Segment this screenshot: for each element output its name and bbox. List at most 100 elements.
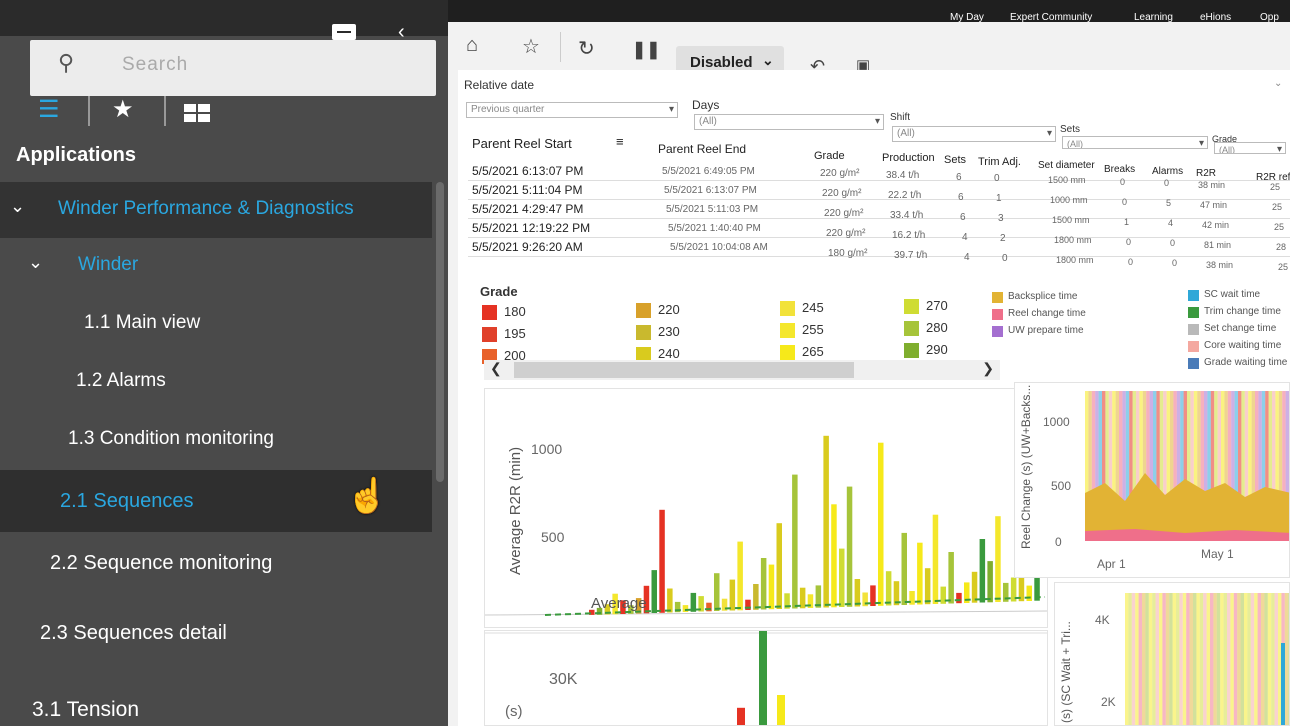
time-band bbox=[1274, 593, 1278, 725]
legend-swatch bbox=[904, 299, 919, 314]
nav-item-tension[interactable]: 3.1 Tension bbox=[0, 682, 432, 726]
bar bbox=[831, 504, 837, 608]
time-band bbox=[1213, 593, 1217, 725]
bar bbox=[768, 564, 775, 610]
x-tick: May 1 bbox=[1201, 547, 1234, 561]
legend-title: Grade bbox=[480, 284, 518, 299]
table-row[interactable]: 5/5/2021 5:11:04 PM 5/5/2021 6:13:07 PM … bbox=[468, 181, 1290, 212]
time-band bbox=[1271, 593, 1275, 725]
legend-swatch bbox=[1188, 341, 1199, 352]
column-header[interactable]: Parent Reel End bbox=[658, 142, 746, 156]
bar bbox=[759, 631, 767, 725]
time-band bbox=[1142, 593, 1146, 725]
r2r-chart-panel: Average R2R (min) 1000 500 Average bbox=[484, 388, 1048, 628]
time-band bbox=[1135, 593, 1139, 725]
legend-swatch bbox=[780, 345, 795, 360]
cell: 38.4 t/h bbox=[886, 170, 920, 181]
table-row[interactable]: 5/5/2021 6:13:07 PM 5/5/2021 6:49:05 PM … bbox=[468, 162, 1290, 192]
time-band bbox=[1176, 593, 1180, 725]
column-header[interactable]: Grade bbox=[814, 150, 845, 162]
cell: 5/5/2021 6:13:07 PM bbox=[664, 185, 757, 196]
legend-label: Grade waiting time bbox=[1204, 357, 1288, 368]
table-row[interactable]: 5/5/2021 4:29:47 PM 5/5/2021 5:11:03 PM … bbox=[468, 200, 1290, 232]
r2r-bar-chart[interactable] bbox=[485, 389, 1048, 628]
sidebar-scrollbar[interactable] bbox=[436, 182, 444, 482]
chevron-down-icon: ⌄ bbox=[10, 196, 26, 216]
legend-label: 240 bbox=[658, 346, 680, 361]
collapse-chevron-icon[interactable]: ‹ bbox=[398, 22, 405, 42]
legend-swatch bbox=[1188, 324, 1199, 335]
y-tick: 0 bbox=[1055, 535, 1062, 549]
chevron-right-icon[interactable]: ❯ bbox=[982, 360, 994, 377]
cell: 38 min bbox=[1206, 260, 1234, 270]
legend-swatch bbox=[780, 323, 795, 338]
legend-swatch bbox=[904, 343, 919, 358]
nav-item-sequences-detail[interactable]: 2.3 Sequences detail bbox=[0, 606, 432, 662]
legend-swatch bbox=[636, 303, 651, 318]
nav-item-winder[interactable]: ⌄ Winder bbox=[0, 238, 432, 294]
legend-swatch bbox=[1188, 358, 1199, 369]
bar bbox=[854, 579, 861, 607]
nav-item-sequence-monitoring[interactable]: 2.2 Sequence monitoring bbox=[0, 536, 432, 592]
legend-label: Set change time bbox=[1204, 323, 1277, 334]
bar bbox=[878, 442, 884, 606]
time-band bbox=[1189, 593, 1193, 725]
nav-item-condition-monitoring[interactable]: 1.3 Condition monitoring bbox=[0, 412, 432, 468]
list-view-icon[interactable]: ☰ bbox=[38, 96, 60, 124]
home-icon[interactable]: ⌂ bbox=[466, 34, 478, 57]
nav-item-main-view[interactable]: 1.1 Main view bbox=[0, 296, 432, 352]
relative-date-select[interactable]: Previous quarter bbox=[466, 102, 678, 118]
time-band bbox=[1128, 593, 1132, 725]
y-tick: 30K bbox=[549, 671, 578, 688]
time-band bbox=[1237, 593, 1241, 725]
bar bbox=[924, 568, 931, 605]
bar bbox=[932, 514, 939, 604]
legend-label: 230 bbox=[658, 324, 680, 339]
time-band bbox=[1220, 593, 1224, 725]
legend-label: 195 bbox=[504, 326, 526, 341]
table-row[interactable]: 5/5/2021 12:19:22 PM 5/5/2021 1:40:40 PM… bbox=[468, 219, 1290, 252]
reels-table: Parent Reel Start ≡ Parent Reel End Grad… bbox=[468, 134, 1290, 274]
time-band bbox=[1244, 593, 1248, 725]
relative-date-label: Relative date bbox=[464, 78, 535, 92]
sidebar-header: ‹ bbox=[0, 0, 448, 42]
legend: Grade 180 195 200 220 230 240 245 255 265 270 280 2… bbox=[458, 276, 1290, 369]
bar bbox=[1026, 585, 1032, 601]
chevron-left-icon[interactable]: ❮ bbox=[490, 360, 502, 377]
sort-icon[interactable]: ≡ bbox=[616, 134, 624, 149]
sc-wait-area-chart[interactable] bbox=[1055, 583, 1290, 726]
search-icon: ⚲ bbox=[58, 50, 75, 75]
bar bbox=[682, 605, 689, 612]
minimize-icon[interactable] bbox=[332, 24, 356, 40]
star-icon[interactable]: ☆ bbox=[522, 34, 540, 59]
time-band bbox=[1230, 593, 1234, 725]
chevron-down-icon: ⌄ bbox=[28, 252, 44, 272]
cell: 5/5/2021 9:26:20 AM bbox=[472, 240, 583, 254]
nav-label: Winder Performance & Diagnostics bbox=[58, 198, 354, 219]
time-band bbox=[1148, 593, 1153, 725]
nav-label: 2.3 Sequences detail bbox=[40, 622, 227, 644]
legend-scrollbar[interactable]: ❮ ❯ bbox=[484, 360, 1000, 380]
scroll-thumb[interactable] bbox=[514, 362, 854, 378]
search-input[interactable]: ⚲ Search bbox=[30, 40, 436, 96]
column-header[interactable]: Parent Reel Start bbox=[472, 136, 572, 151]
filters-bar: Relative date Previous quarter Days (All… bbox=[464, 76, 1290, 154]
time-band bbox=[1261, 593, 1265, 725]
cell: 5/5/2021 5:11:03 PM bbox=[666, 204, 759, 215]
days-select[interactable]: (All) bbox=[694, 114, 884, 130]
cell: 5/5/2021 6:49:05 PM bbox=[662, 166, 755, 177]
nav-item-winder-performance[interactable]: ⌄ Winder Performance & Diagnostics bbox=[0, 182, 432, 238]
pause-icon[interactable]: ❚❚ bbox=[632, 40, 661, 60]
close-filters-icon[interactable]: ⌄ bbox=[1274, 78, 1282, 89]
time-band bbox=[1172, 593, 1176, 725]
table-row[interactable]: 5/5/2021 9:26:20 AM 5/5/2021 10:04:08 AM… bbox=[468, 238, 1290, 272]
refresh-icon[interactable]: ↻ bbox=[578, 36, 595, 61]
cell: 220 g/m² bbox=[820, 168, 860, 179]
nav-item-alarms[interactable]: 1.2 Alarms bbox=[0, 354, 432, 410]
bar bbox=[729, 579, 736, 611]
favorites-icon[interactable]: ★ bbox=[112, 96, 134, 124]
reel-y-axis-label: Reel Change (s) (UW+Backs... bbox=[1019, 384, 1033, 549]
time-band bbox=[1278, 593, 1282, 725]
legend-label: 270 bbox=[926, 298, 948, 313]
time-band bbox=[1223, 593, 1227, 725]
